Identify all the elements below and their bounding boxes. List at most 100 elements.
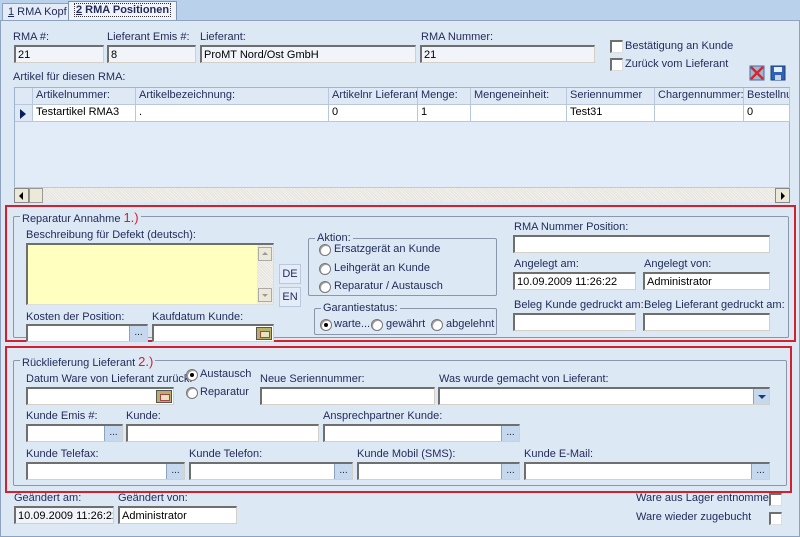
kosten-lookup-button[interactable]: ... [129,326,147,341]
kunde-label: Kunde: [126,410,161,422]
grid-col-bestellnummer[interactable]: Bestellnu [744,88,790,105]
reparatur-title: Reparatur Annahme 1.) [20,210,141,225]
rma-field[interactable]: 21 [14,45,104,63]
reparatur-radio[interactable] [186,387,198,399]
row-pointer-icon [20,109,26,119]
garantie-gewaehrt-label: gewährt [386,318,426,330]
cell-artikelnummer[interactable]: Testartikel RMA3 [33,105,136,122]
row-indicator [15,105,33,122]
kunde-emis-lookup-button[interactable]: ... [104,426,122,441]
grid-col-mengeneinheit[interactable]: Mengeneinheit: [471,88,567,105]
bestaetigung-checkbox[interactable] [610,40,623,53]
zugebucht-checkbox[interactable] [769,512,782,525]
mobil-label: Kunde Mobil (SMS): [357,448,456,460]
mobil-field[interactable]: ... [357,462,520,480]
angelegt-am-field[interactable]: 10.09.2009 11:26:22 [513,272,636,290]
table-row[interactable]: Testartikel RMA3 . 0 1 Test31 0 [15,105,790,122]
mobil-lookup-button[interactable]: ... [501,464,519,479]
beschreibung-textarea[interactable] [26,243,274,305]
lieferant-field[interactable]: ProMT Nord/Ost GmbH [200,45,416,63]
datum-label: Datum Ware von Lieferant zurück: [26,373,193,385]
aktion-ersatzgeraet-radio[interactable] [319,244,331,256]
garantie-warte-label: warte... [334,318,371,330]
angelegt-von-field[interactable]: Administrator [643,272,770,290]
austausch-radio[interactable] [186,369,198,381]
beleg-lieferant-label: Beleg Lieferant gedruckt am: [644,299,785,311]
beleg-lieferant-field[interactable] [643,313,770,331]
scroll-thumb[interactable] [29,188,43,203]
rma-nummer-field[interactable]: 21 [420,45,595,63]
cell-chargennummer[interactable] [655,105,744,122]
telefax-field[interactable]: ... [26,462,185,480]
garantie-abgelehnt-radio[interactable] [431,319,443,331]
telefax-lookup-button[interactable]: ... [166,464,184,479]
kaufdatum-field[interactable] [152,324,274,342]
kunde-field[interactable] [126,424,319,442]
grid-horizontal-scrollbar[interactable] [14,187,790,203]
lieferant-emis-field[interactable]: 8 [107,45,196,63]
telefon-field[interactable]: ... [189,462,353,480]
articles-grid: Artikelnummer: Artikelbezeichnung: Artik… [14,87,790,201]
telefon-label: Kunde Telefon: [189,448,263,460]
chevron-down-icon[interactable] [753,389,769,404]
lang-de-button[interactable]: DE [279,264,301,284]
garantie-gewaehrt-radio[interactable] [371,319,383,331]
save-icon[interactable] [769,64,787,82]
grid-col-artikelnr-lieferant[interactable]: Artikelnr Lieferant: [329,88,418,105]
cell-artikelnr-lieferant[interactable]: 0 [329,105,418,122]
garantie-abgelehnt-label: abgelehnt [446,318,495,330]
email-lookup-button[interactable]: ... [751,464,769,479]
aktion-leihgeraet-radio[interactable] [319,263,331,275]
lang-en-button[interactable]: EN [279,287,301,307]
grid-col-seriennummer[interactable]: Seriennummer [567,88,655,105]
tab-rma-kopf[interactable]: 1 RMA Kopf [2,3,73,21]
lieferant-label: Lieferant: [200,31,246,43]
calendar-icon[interactable] [256,327,272,340]
kunde-emis-field[interactable]: ... [26,424,123,442]
tab-rma-positionen[interactable]: 2 RMA Positionen [68,1,178,22]
grid-header-indicator [15,88,33,105]
ansprech-lookup-button[interactable]: ... [501,426,519,441]
kaufdatum-label: Kaufdatum Kunde: [152,311,244,323]
garantie-warte-radio[interactable] [320,319,332,331]
rma-nummer-label: RMA Nummer: [421,31,494,43]
email-label: Kunde E-Mail: [524,448,594,460]
kosten-field[interactable]: ... [26,324,148,342]
zugebucht-label: Ware wieder zugebucht [636,511,752,523]
lager-checkbox[interactable] [769,493,782,506]
ansprech-field[interactable]: ... [323,424,520,442]
cell-menge[interactable]: 1 [418,105,471,122]
grid-col-artikelbezeichnung[interactable]: Artikelbezeichnung: [136,88,329,105]
neue-sn-field[interactable] [260,387,435,405]
aktion-reparatur-radio[interactable] [319,281,331,293]
rma-pos-field[interactable] [513,235,770,253]
neue-sn-label: Neue Seriennummer: [260,373,365,385]
bestaetigung-label: Bestätigung an Kunde [625,40,734,52]
aktion-ersatzgeraet-label: Ersatzgerät an Kunde [334,243,441,255]
was-select[interactable] [438,387,770,405]
delete-icon[interactable] [748,64,766,82]
cell-artikelbezeichnung[interactable]: . [136,105,329,122]
scroll-up-button[interactable] [258,247,272,261]
grid-col-chargennummer[interactable]: Chargennummer: [655,88,744,105]
scroll-right-button[interactable] [775,188,790,203]
cell-seriennummer[interactable]: Test31 [567,105,655,122]
grid-col-artikelnummer[interactable]: Artikelnummer: [33,88,136,105]
aktion-reparatur-label: Reparatur / Austausch [334,280,443,292]
cell-bestellnummer[interactable]: 0 [744,105,790,122]
zurueck-checkbox[interactable] [610,58,623,71]
beleg-kunde-field[interactable] [513,313,636,331]
tab-panel: RMA #: 21 Lieferant Emis #: 8 Lieferant:… [0,20,800,537]
angelegt-von-label: Angelegt von: [644,258,712,270]
beschreibung-scrollbar[interactable] [257,245,273,304]
geaendert-am-field[interactable]: 10.09.2009 11:26:22 [14,506,114,524]
telefon-lookup-button[interactable]: ... [334,464,352,479]
scroll-left-button[interactable] [14,188,29,203]
datum-field[interactable] [26,387,174,405]
calendar-icon[interactable] [156,390,172,403]
geaendert-von-field[interactable]: Administrator [118,506,237,524]
email-field[interactable]: ... [524,462,770,480]
scroll-down-button[interactable] [258,288,272,302]
cell-mengeneinheit[interactable] [471,105,567,122]
grid-col-menge[interactable]: Menge: [418,88,471,105]
